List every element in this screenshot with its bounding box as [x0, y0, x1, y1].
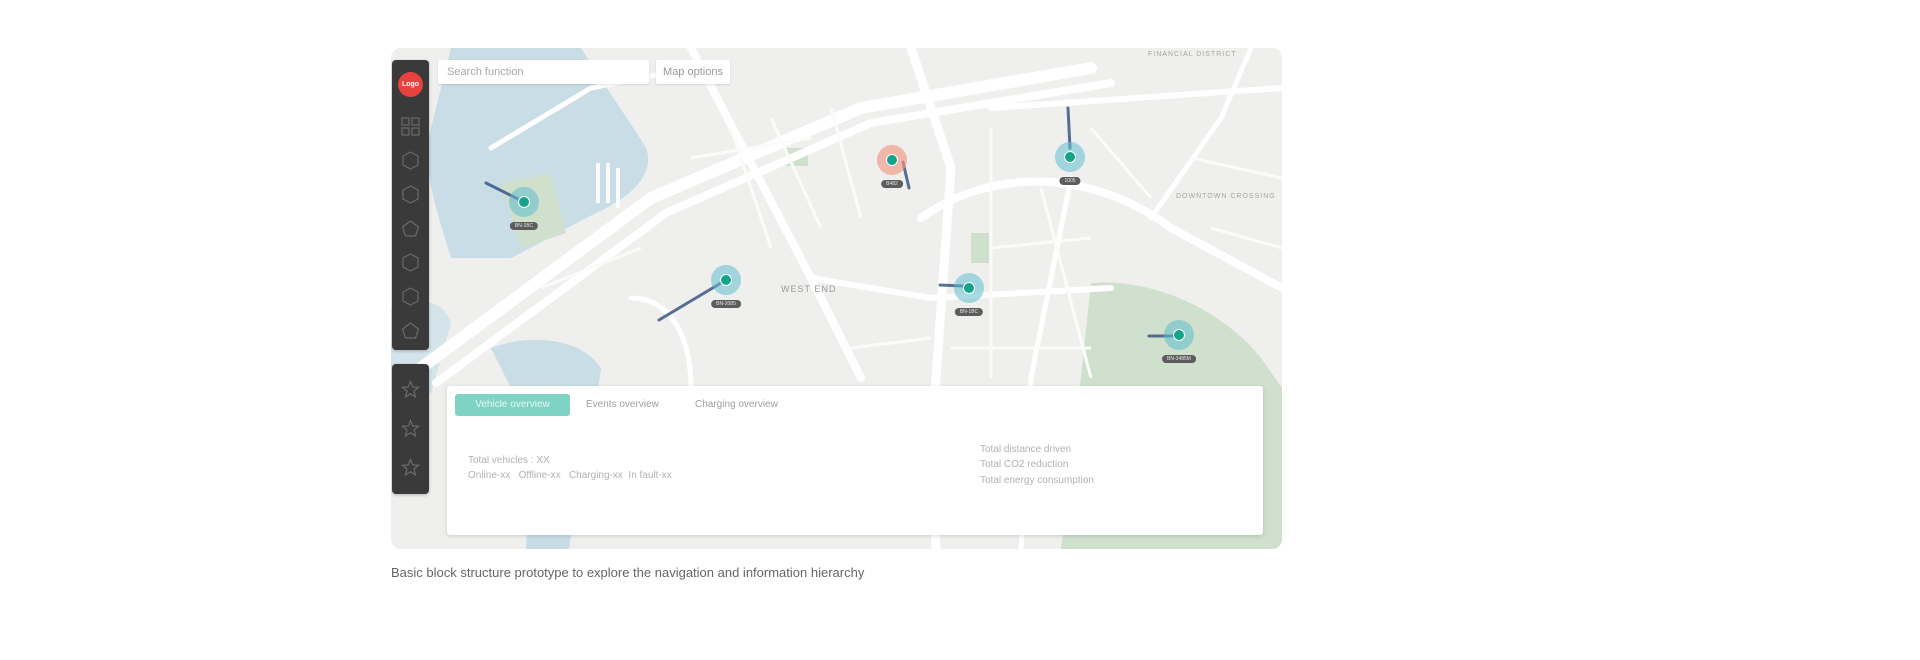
hexagon-icon[interactable]: [401, 185, 420, 204]
pier-3: [616, 168, 620, 208]
hexagon-icon[interactable]: [401, 151, 420, 170]
logo[interactable]: Logo: [398, 72, 423, 97]
vehicle-label: BN-3485M: [1162, 355, 1196, 363]
vehicle-marker[interactable]: 1005: [1050, 137, 1090, 185]
vehicle-label: BN-1BC: [509, 222, 539, 230]
overview-panel: Vehicle overview Events overview Chargin…: [447, 386, 1263, 535]
vehicle-label: BN-1BC: [954, 308, 984, 316]
pentagon-icon[interactable]: [401, 321, 420, 340]
sidebar-nav: Logo: [392, 60, 429, 350]
total-energy-consumption: Total energy consumption: [980, 475, 1094, 486]
area-label-west-end: WEST END: [781, 284, 836, 294]
vehicle-marker[interactable]: BN-1BC: [949, 268, 989, 316]
vehicle-dot: [720, 274, 732, 286]
star-icon[interactable]: [401, 380, 420, 399]
vehicle-label: 1005: [1059, 177, 1081, 185]
hexagon-icon[interactable]: [401, 253, 420, 272]
star-icon[interactable]: [401, 458, 420, 477]
map-screenshot-frame: WEST END FINANCIAL DISTRICT DOWNTOWN CRO…: [391, 48, 1282, 549]
grid-icon[interactable]: [401, 117, 420, 136]
vehicle-status-breakdown: Online-xx Offline-xx Charging-xx In faul…: [468, 470, 672, 481]
tab-charging-overview[interactable]: Charging overview: [683, 394, 790, 416]
favorites-bar: [392, 364, 429, 494]
vehicle-marker[interactable]: BN-2085: [706, 260, 746, 308]
pier-2: [606, 163, 610, 203]
vehicle-dot: [1064, 151, 1076, 163]
vehicle-dot: [518, 196, 530, 208]
figure-caption: Basic block structure prototype to explo…: [391, 565, 865, 580]
vehicle-label: BN-2085: [711, 300, 741, 308]
pentagon-icon[interactable]: [401, 219, 420, 238]
park-small-1: [971, 233, 989, 263]
map-options-button[interactable]: Map options: [656, 60, 730, 84]
vehicle-dot: [1173, 329, 1185, 341]
tab-vehicle-overview[interactable]: Vehicle overview: [455, 394, 570, 416]
pier-1: [596, 163, 600, 203]
vehicle-marker[interactable]: BN-1BC: [504, 182, 544, 230]
total-vehicles: Total vehicles : XX: [468, 455, 550, 466]
star-icon[interactable]: [401, 419, 420, 438]
tab-events-overview[interactable]: Events overview: [574, 394, 671, 416]
vehicle-marker[interactable]: BN-3485M: [1159, 315, 1199, 363]
search-input[interactable]: Search function: [438, 60, 649, 84]
area-label-downtown: DOWNTOWN CROSSING: [1176, 193, 1276, 200]
total-distance-driven: Total distance driven: [980, 444, 1072, 455]
hexagon-icon[interactable]: [401, 287, 420, 306]
vehicle-label: B482: [881, 180, 903, 188]
vehicle-dot: [963, 282, 975, 294]
vehicle-marker-alert[interactable]: B482: [872, 140, 912, 188]
area-label-financial: FINANCIAL DISTRICT: [1148, 51, 1237, 58]
vehicle-dot: [886, 154, 898, 166]
total-co2-reduction: Total CO2 reduction: [980, 459, 1069, 470]
